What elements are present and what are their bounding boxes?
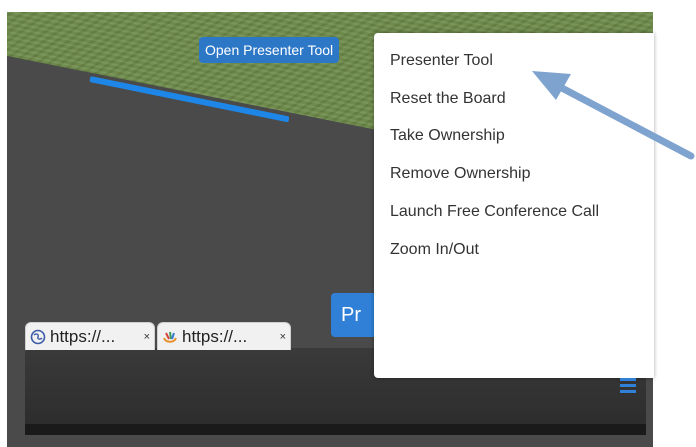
- annotation-arrow-icon: [532, 71, 695, 160]
